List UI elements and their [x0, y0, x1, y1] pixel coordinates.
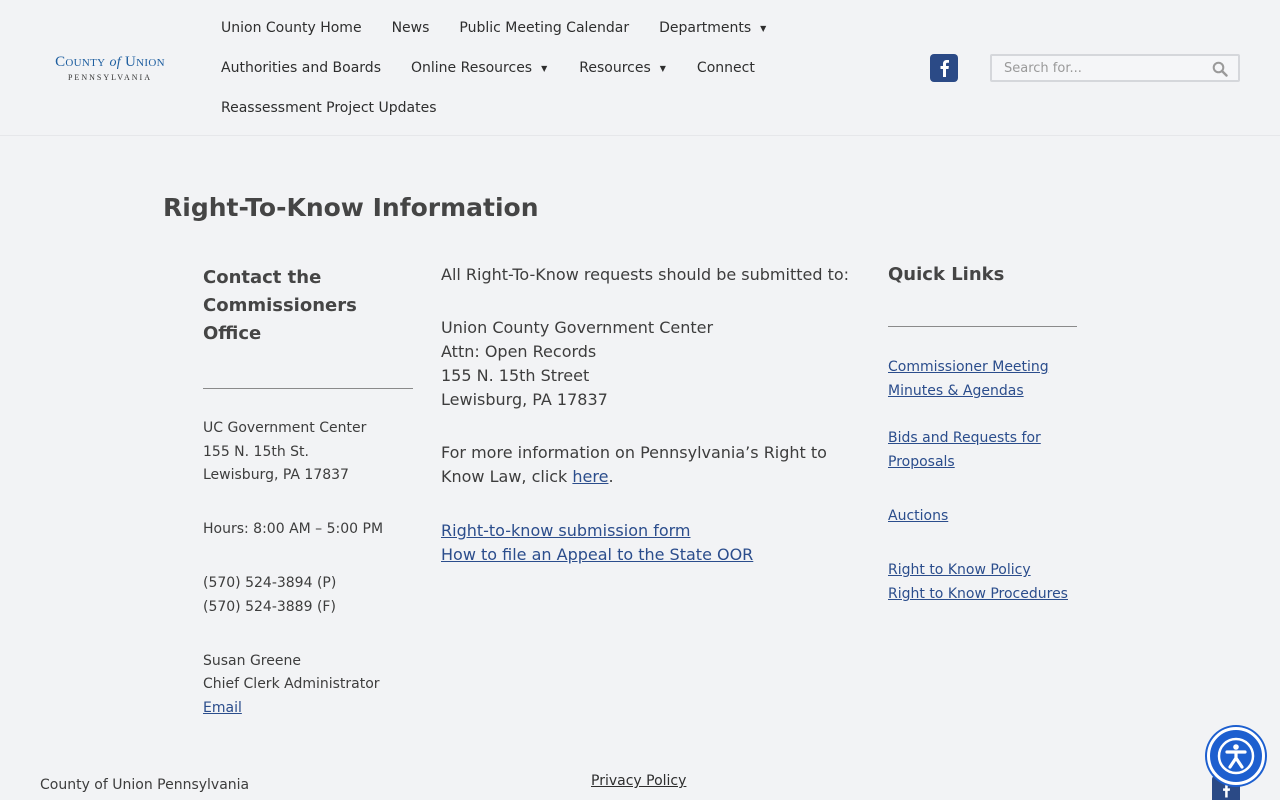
nav-item-union-county-home[interactable]: Union County Home: [206, 20, 377, 36]
fax-number: (570) 524-3889 (F): [203, 599, 336, 615]
logo-subtitle: PENNSYLVANIA: [67, 73, 152, 82]
nav-item-connect[interactable]: Connect: [681, 60, 770, 76]
contact-column: Contact the Commissioners Office UC Gove…: [203, 264, 415, 720]
request-links: Right-to-know submission form How to fil…: [441, 519, 881, 567]
address-line: Union County Government Center: [441, 318, 714, 337]
address-line: 155 N. 15th Street: [441, 366, 590, 385]
nav-item-departments[interactable]: Departments ▼: [644, 20, 781, 36]
facebook-icon: [940, 60, 949, 77]
nav-label: Authorities and Boards: [221, 60, 381, 76]
privacy-policy-link[interactable]: Privacy Policy: [591, 773, 686, 789]
requests-column: All Right-To-Know requests should be sub…: [441, 263, 881, 567]
more-info-text-span: Know Law, click: [441, 467, 573, 486]
nav-label: Resources: [579, 60, 651, 76]
accessibility-icon: [1217, 737, 1255, 775]
phone-number: (570) 524-3894 (P): [203, 575, 337, 591]
address-line: Lewisburg, PA 17837: [203, 467, 349, 483]
logo-word-county: County: [55, 54, 106, 70]
search-input[interactable]: [992, 56, 1202, 80]
link-line: Bids and Requests for: [888, 430, 1041, 446]
main-navigation: Union County Home News Public Meeting Ca…: [206, 8, 846, 128]
link-line: Minutes & Agendas: [888, 383, 1024, 399]
quick-link-auctions[interactable]: Auctions: [888, 508, 948, 524]
more-info-text: For more information on Pennsylvania’s R…: [441, 441, 881, 489]
nav-label: Connect: [696, 60, 755, 76]
contact-name: Susan Greene: [203, 653, 301, 669]
contact-role: Chief Clerk Administrator: [203, 676, 380, 692]
divider: [888, 326, 1077, 327]
nav-label: News: [391, 20, 430, 36]
caret-down-icon: ▼: [760, 23, 767, 33]
quick-link-rtk-procedures[interactable]: Right to Know Procedures: [888, 586, 1068, 602]
caret-down-icon: ▼: [659, 63, 666, 73]
mailing-address: Union County Government Center Attn: Ope…: [441, 316, 881, 412]
requests-intro: All Right-To-Know requests should be sub…: [441, 265, 850, 284]
search-icon[interactable]: [1212, 61, 1228, 77]
contact-person: Susan Greene Chief Clerk Administrator E…: [203, 649, 415, 720]
divider: [203, 388, 413, 389]
nav-item-resources[interactable]: Resources ▼: [562, 60, 681, 76]
more-info-line: Know Law, click here.: [441, 465, 881, 489]
quick-links-column: Quick Links Commissioner Meeting Minutes …: [888, 262, 1078, 606]
contact-phones: (570) 524-3894 (P) (570) 524-3889 (F): [203, 571, 415, 619]
logo-word-of: of: [109, 55, 121, 70]
address-line: Attn: Open Records: [441, 342, 597, 361]
nav-row-2: Authorities and Boards Online Resources ▼…: [206, 48, 846, 88]
quick-link-group: Bids and Requests for Proposals: [888, 426, 1078, 474]
county-logo[interactable]: County of Union PENNSYLVANIA: [40, 53, 180, 85]
link-line: Commissioner Meeting: [888, 359, 1049, 375]
footer-links: Privacy Policy: [591, 773, 686, 789]
nav-item-online-resources[interactable]: Online Resources ▼: [396, 60, 562, 76]
logo-wordmark: County of Union: [40, 53, 180, 72]
quick-link-group: Auctions: [888, 504, 1078, 528]
footer-org-name: County of Union Pennsylvania: [40, 777, 250, 793]
nav-label: Public Meeting Calendar: [459, 20, 630, 36]
submission-form-link[interactable]: Right-to-know submission form: [441, 521, 691, 540]
search-box: [990, 54, 1240, 82]
nav-label: Departments: [659, 20, 752, 36]
address-line: 155 N. 15th St.: [203, 444, 309, 460]
contact-heading: Contact the Commissioners Office: [203, 264, 415, 348]
logo-word-union: Union: [125, 54, 165, 70]
more-info-line: For more information on Pennsylvania’s R…: [441, 443, 827, 462]
office-hours: Hours: 8:00 AM – 5:00 PM: [203, 521, 384, 537]
quick-link-group: Commissioner Meeting Minutes & Agendas: [888, 355, 1078, 403]
nav-item-public-meeting-calendar[interactable]: Public Meeting Calendar: [444, 20, 644, 36]
here-link[interactable]: here: [572, 467, 608, 486]
appeal-oor-link[interactable]: How to file an Appeal to the State OOR: [441, 545, 753, 564]
nav-label: Reassessment Project Updates: [221, 100, 437, 116]
quick-link-group: Right to Know Policy Right to Know Proce…: [888, 558, 1078, 606]
nav-label: Online Resources: [411, 60, 533, 76]
quick-link-meeting-minutes[interactable]: Commissioner Meeting Minutes & Agendas: [888, 359, 1049, 399]
caret-down-icon: ▼: [541, 63, 548, 73]
quick-link-rtk-policy[interactable]: Right to Know Policy: [888, 562, 1031, 578]
contact-heading-line: Contact the: [203, 267, 322, 288]
nav-row-1: Union County Home News Public Meeting Ca…: [206, 8, 846, 48]
nav-label: Union County Home: [221, 20, 362, 36]
period: .: [608, 467, 614, 486]
page-title: Right-To-Know Information: [163, 193, 539, 222]
contact-heading-line: Commissioners Office: [203, 295, 357, 344]
nav-item-authorities-and-boards[interactable]: Authorities and Boards: [206, 60, 396, 76]
link-line: Proposals: [888, 454, 955, 470]
nav-item-reassessment-project-updates[interactable]: Reassessment Project Updates: [206, 100, 452, 116]
email-link[interactable]: Email: [203, 700, 242, 716]
address-line: Lewisburg, PA 17837: [441, 390, 608, 409]
contact-address: UC Government Center 155 N. 15th St. Lew…: [203, 416, 415, 487]
address-line: UC Government Center: [203, 420, 367, 436]
nav-row-3: Reassessment Project Updates: [206, 88, 846, 128]
nav-item-news[interactable]: News: [377, 20, 445, 36]
quick-links-heading: Quick Links: [888, 264, 1005, 285]
quick-link-bids[interactable]: Bids and Requests for Proposals: [888, 430, 1041, 470]
facebook-button[interactable]: [930, 54, 958, 82]
site-header: County of Union PENNSYLVANIA Union Count…: [0, 0, 1280, 136]
accessibility-button[interactable]: [1207, 727, 1265, 785]
